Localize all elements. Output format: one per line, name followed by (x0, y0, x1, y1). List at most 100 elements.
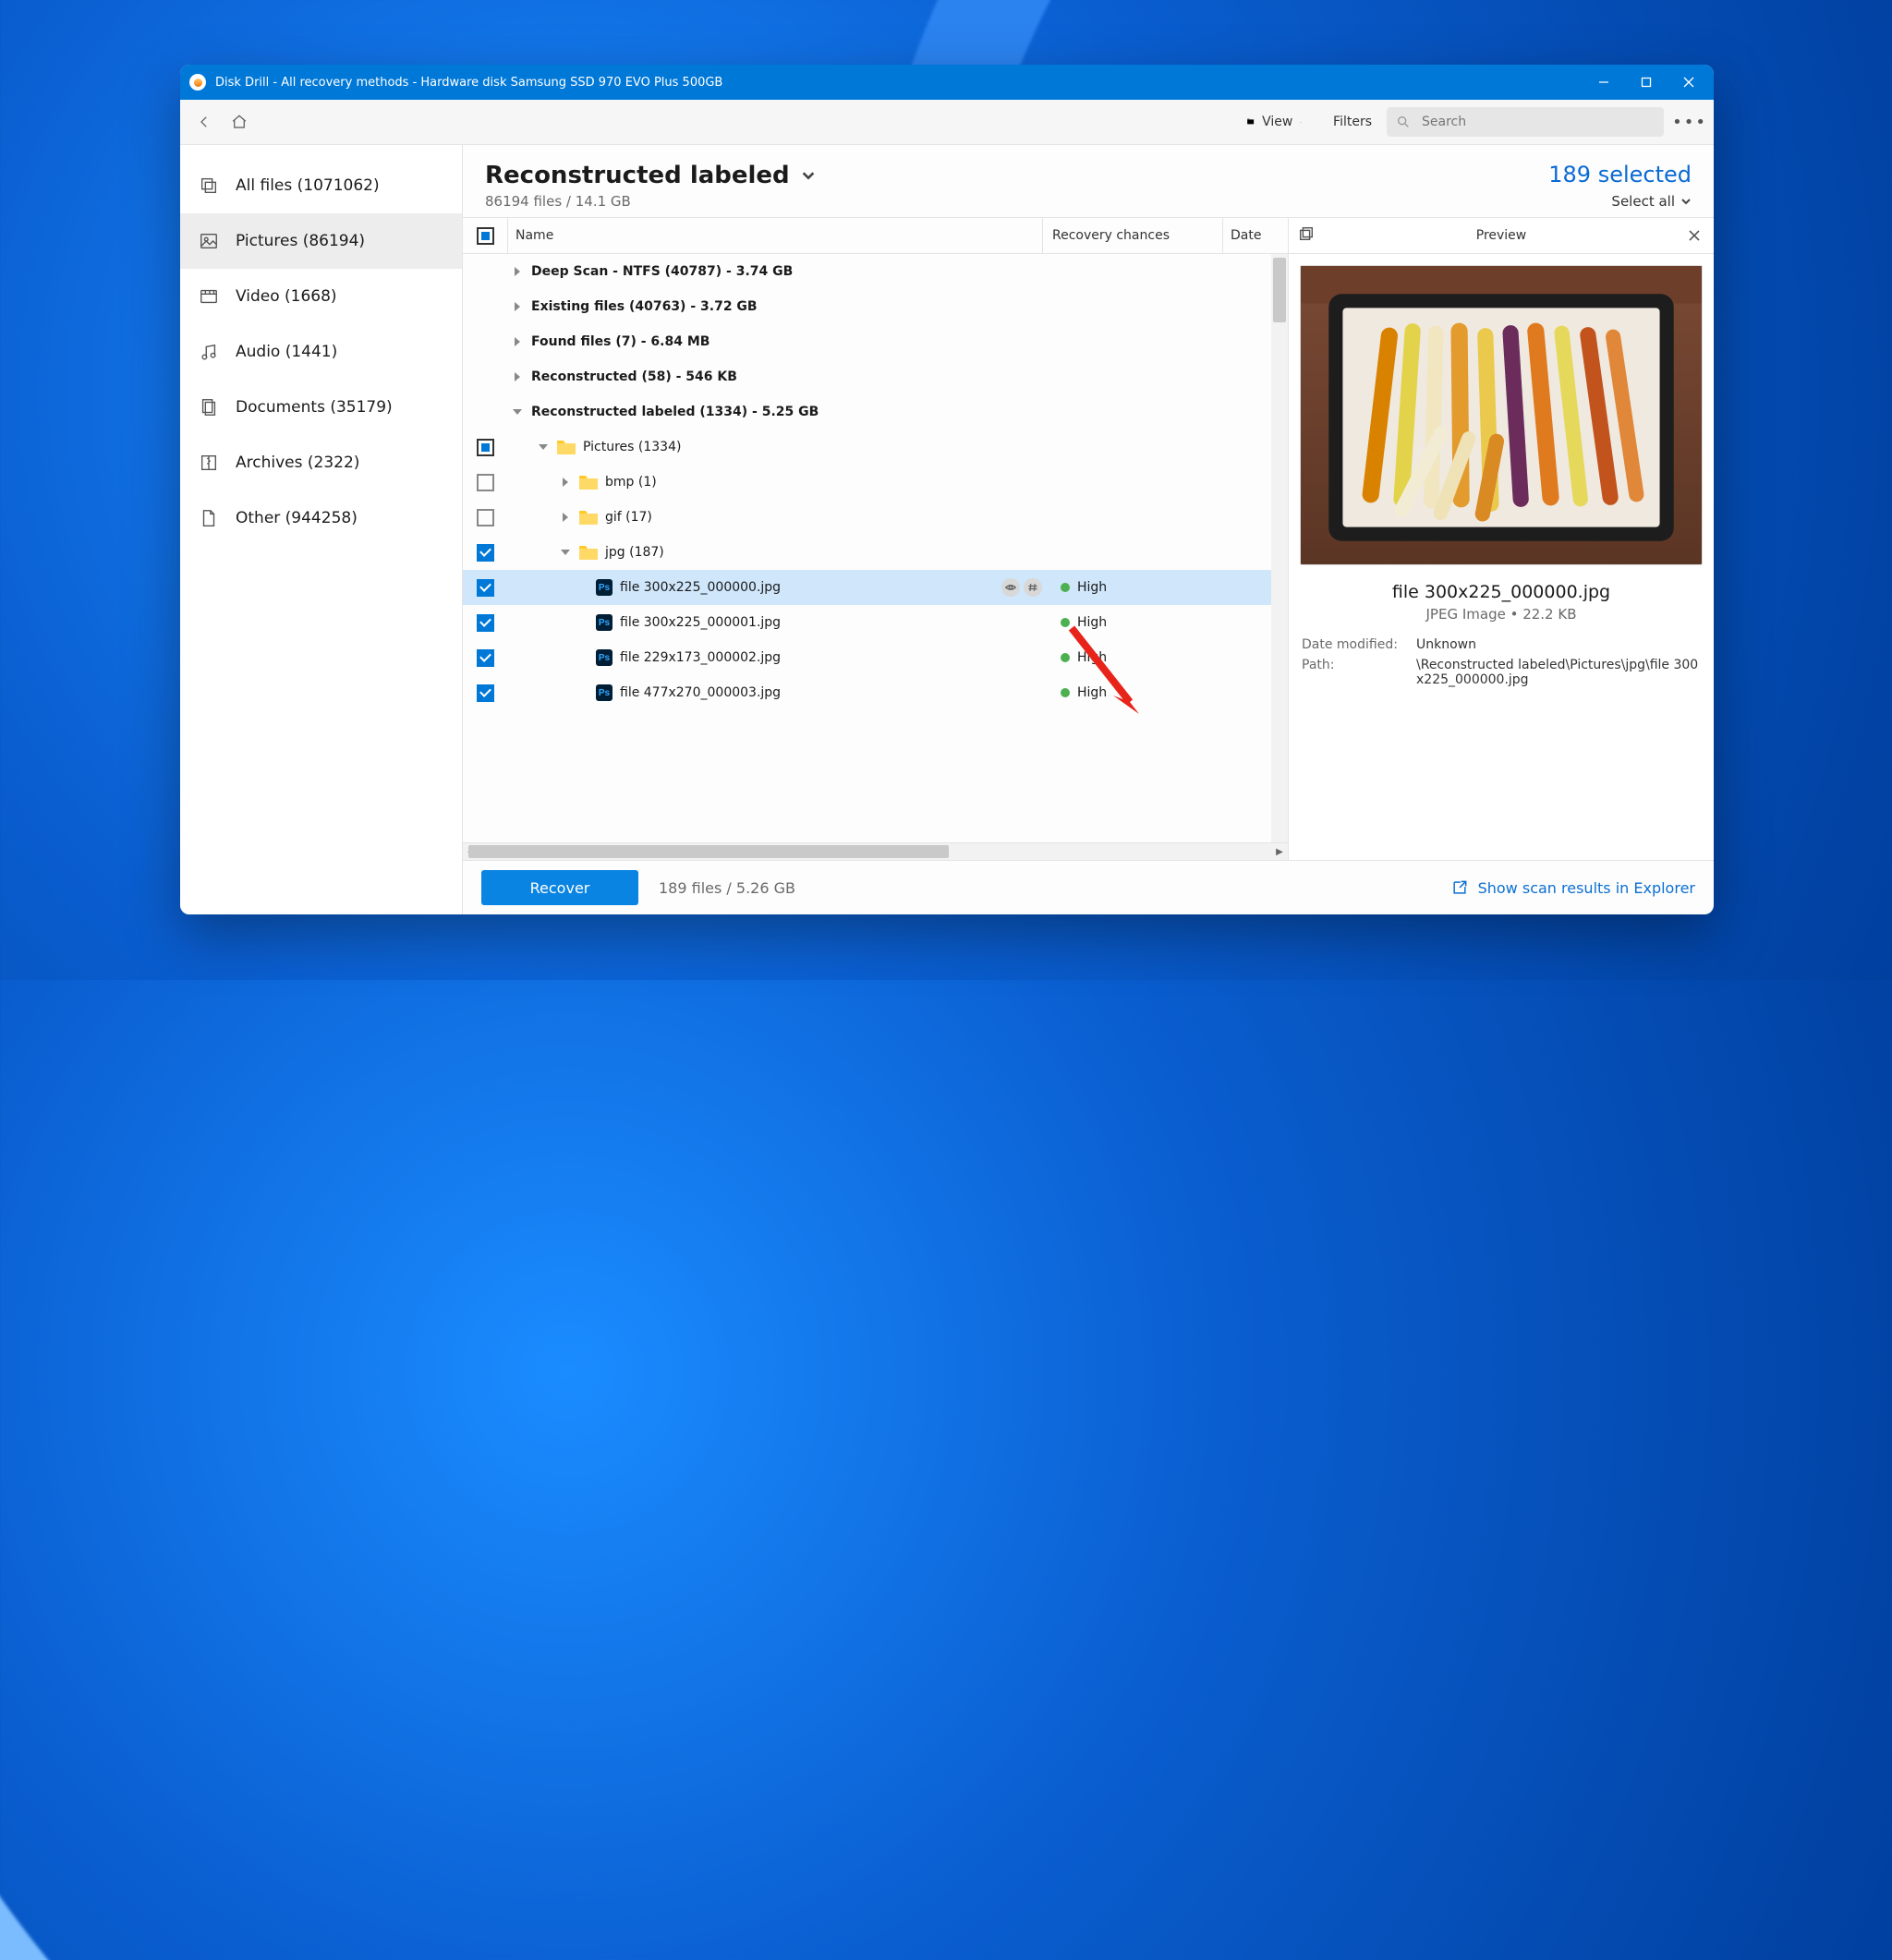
sidebar-item-label: Other (944258) (236, 509, 358, 527)
column-name[interactable]: Name (507, 218, 1042, 253)
search-input[interactable] (1420, 114, 1655, 130)
archive-icon (199, 453, 219, 473)
file-icon (199, 508, 219, 528)
folder-row[interactable]: bmp (1) (463, 465, 1288, 500)
folder-icon (579, 545, 598, 560)
footer: Recover 189 files / 5.26 GB Show scan re… (463, 860, 1714, 914)
recovery-label: High (1077, 685, 1107, 700)
folder-row[interactable]: gif (17) (463, 500, 1288, 535)
group-row[interactable]: Reconstructed (58) - 546 KB (463, 359, 1288, 394)
meta-label: Date modified: (1302, 637, 1403, 652)
group-row-expanded[interactable]: Reconstructed labeled (1334) - 5.25 GB (463, 394, 1288, 430)
minimize-button[interactable] (1583, 65, 1625, 100)
search-field[interactable] (1387, 107, 1664, 137)
meta-value: Unknown (1416, 637, 1701, 652)
scrollbar-thumb[interactable] (1273, 258, 1286, 322)
music-icon (199, 342, 219, 362)
app-window: Disk Drill - All recovery methods - Hard… (180, 65, 1714, 914)
filters-button[interactable]: Filters (1316, 107, 1381, 137)
chevron-down-icon (1680, 196, 1692, 207)
preview-pane: Preview (1288, 218, 1714, 860)
close-button[interactable] (1668, 65, 1710, 100)
file-row[interactable]: Psfile 300x225_000001.jpg High (463, 605, 1288, 640)
more-button[interactable]: ••• (1675, 113, 1704, 132)
column-headers: Name Recovery chances Date (463, 218, 1288, 254)
heading: Reconstructed labeled 86194 files / 14.1… (463, 145, 1714, 218)
select-all-dropdown[interactable]: Select all (1548, 193, 1692, 210)
file-row[interactable]: Ps file 300x225_000000.jpg High (463, 570, 1288, 605)
hex-icon[interactable] (1024, 578, 1042, 597)
row-checkbox[interactable] (477, 544, 494, 562)
eye-icon[interactable] (1001, 578, 1020, 597)
row-checkbox[interactable] (477, 579, 494, 597)
sidebar-item-audio[interactable]: Audio (1441) (180, 324, 462, 380)
caret-right-icon[interactable] (511, 335, 524, 348)
titlebar: Disk Drill - All recovery methods - Hard… (180, 65, 1714, 100)
group-row[interactable]: Existing files (40763) - 3.72 GB (463, 289, 1288, 324)
file-row[interactable]: Psfile 477x270_000003.jpg High (463, 675, 1288, 710)
back-button[interactable] (189, 107, 219, 137)
photoshop-icon: Ps (596, 614, 612, 631)
caret-down-icon[interactable] (559, 546, 572, 559)
preview-subtitle: JPEG Image • 22.2 KB (1289, 606, 1714, 623)
popout-button[interactable] (1298, 225, 1318, 246)
sidebar-item-other[interactable]: Other (944258) (180, 490, 462, 546)
meta-label: Path: (1302, 658, 1403, 687)
horizontal-scrollbar[interactable]: ◀ ▶ (463, 842, 1288, 860)
meta-value: \Reconstructed labeled\Pictures\jpg\file… (1416, 658, 1701, 687)
scroll-right-icon[interactable]: ▶ (1271, 843, 1288, 860)
row-checkbox[interactable] (477, 684, 494, 702)
caret-down-icon[interactable] (537, 441, 550, 454)
sidebar-item-all-files[interactable]: All files (1071062) (180, 158, 462, 213)
external-link-icon (1450, 878, 1469, 897)
recover-button[interactable]: Recover (481, 870, 638, 905)
group-row[interactable]: Deep Scan - NTFS (40787) - 3.74 GB (463, 254, 1288, 289)
caret-right-icon[interactable] (511, 370, 524, 383)
main-panel: Reconstructed labeled 86194 files / 14.1… (463, 145, 1714, 914)
select-all-checkbox[interactable] (477, 227, 494, 245)
row-checkbox[interactable] (477, 509, 494, 526)
maximize-button[interactable] (1625, 65, 1668, 100)
sidebar-item-pictures[interactable]: Pictures (86194) (180, 213, 462, 269)
recovery-label: High (1077, 650, 1107, 665)
caret-right-icon[interactable] (559, 476, 572, 489)
view-label: View (1262, 115, 1292, 129)
vertical-scrollbar[interactable] (1271, 254, 1288, 842)
file-row[interactable]: Psfile 229x173_000002.jpg High (463, 640, 1288, 675)
folder-row[interactable]: Pictures (1334) (463, 430, 1288, 465)
folder-icon (579, 510, 598, 525)
home-button[interactable] (224, 107, 254, 137)
page-title-dropdown[interactable]: Reconstructed labeled (485, 162, 1548, 189)
scrollbar-thumb[interactable] (468, 845, 949, 858)
folder-view-icon (1246, 117, 1255, 126)
sidebar-item-documents[interactable]: Documents (35179) (180, 380, 462, 435)
sidebar-item-archives[interactable]: Archives (2322) (180, 435, 462, 490)
stack-icon (199, 175, 219, 196)
row-checkbox[interactable] (477, 649, 494, 667)
row-checkbox[interactable] (477, 614, 494, 632)
folder-icon (557, 440, 576, 454)
caret-down-icon[interactable] (511, 405, 524, 418)
folder-row-expanded[interactable]: jpg (187) (463, 535, 1288, 570)
caret-right-icon[interactable] (511, 265, 524, 278)
caret-right-icon[interactable] (559, 511, 572, 524)
column-recovery[interactable]: Recovery chances (1042, 218, 1222, 253)
chevron-down-icon (1300, 117, 1302, 127)
sidebar-item-video[interactable]: Video (1668) (180, 269, 462, 324)
status-dot-icon (1061, 688, 1070, 697)
row-checkbox[interactable] (477, 474, 494, 491)
caret-right-icon[interactable] (511, 300, 524, 313)
open-in-explorer-link[interactable]: Show scan results in Explorer (1450, 878, 1695, 897)
row-checkbox[interactable] (477, 439, 494, 456)
photoshop-icon: Ps (596, 579, 612, 596)
video-icon (199, 286, 219, 307)
recovery-label: High (1077, 580, 1107, 595)
sidebar-item-label: All files (1071062) (236, 176, 380, 195)
carrots-image (1301, 266, 1702, 564)
view-dropdown[interactable]: View (1237, 107, 1311, 137)
column-date[interactable]: Date (1222, 218, 1288, 253)
preview-close-button[interactable] (1684, 225, 1704, 246)
rows-container: Deep Scan - NTFS (40787) - 3.74 GB Exist… (463, 254, 1288, 842)
page-subtitle: 86194 files / 14.1 GB (485, 193, 1548, 210)
group-row[interactable]: Found files (7) - 6.84 MB (463, 324, 1288, 359)
